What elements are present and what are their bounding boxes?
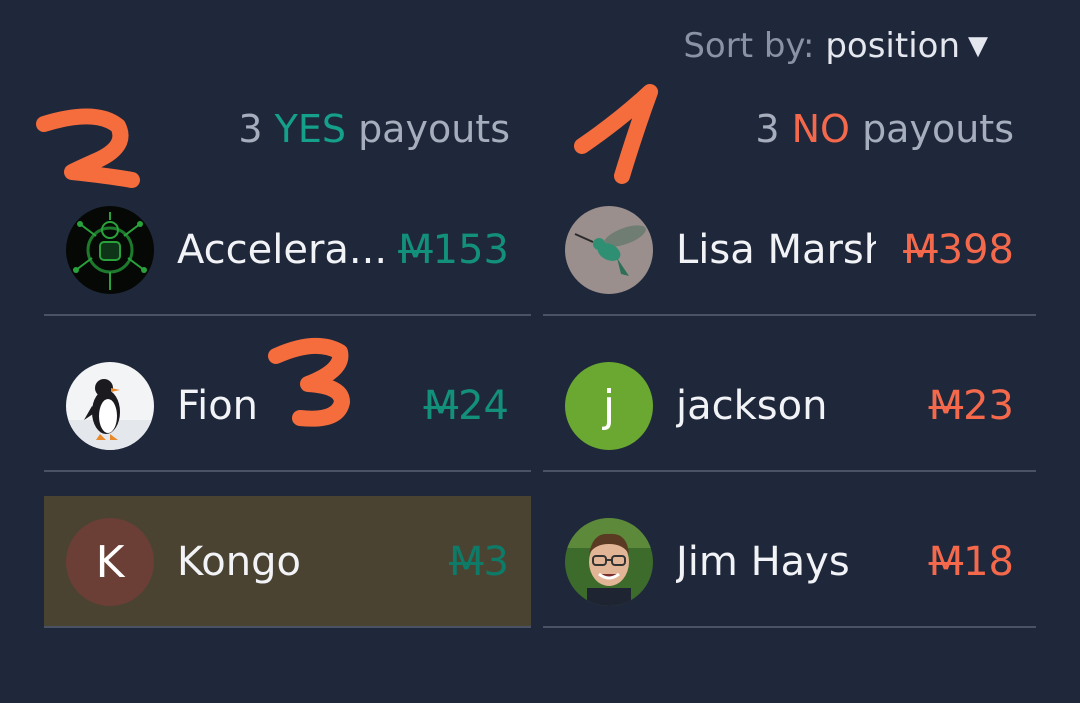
mana-symbol: M — [423, 383, 459, 429]
hummingbird-avatar[interactable] — [565, 206, 653, 294]
payout-value: 24 — [458, 383, 509, 429]
payout-amount: M 153 — [398, 184, 509, 316]
penguin-avatar[interactable] — [66, 362, 154, 450]
payouts-panel: Sort by: position ▼ 3 YES payouts 3 NO pa… — [0, 0, 1080, 703]
payout-value: 3 — [483, 539, 509, 585]
yes-outcome-label: YES — [274, 107, 346, 151]
sort-value: position — [825, 26, 960, 66]
user-name[interactable]: Kongo — [177, 496, 301, 628]
payout-amount: M3 — [449, 496, 509, 628]
payout-value: 18 — [963, 539, 1014, 585]
payout-amount: M 398 — [903, 184, 1014, 316]
yes-payouts-header: 3 YES payouts — [238, 106, 510, 152]
sort-label: Sort by: — [683, 26, 815, 66]
user-name[interactable]: Accelera... — [177, 184, 387, 316]
annotation-one — [574, 84, 658, 184]
yes-payout-row-highlighted[interactable]: K Kongo M3 — [44, 496, 531, 628]
mana-symbol: M — [928, 383, 964, 429]
yes-header-suffix: payouts — [358, 107, 510, 151]
no-outcome-label: NO — [791, 107, 850, 151]
yes-payout-row[interactable]: Accelera... M 153 — [44, 184, 531, 316]
mana-symbol: M — [928, 539, 964, 585]
mana-symbol: M — [449, 539, 484, 585]
annotation-two — [36, 108, 140, 188]
user-name[interactable]: Jim Hays — [676, 496, 850, 628]
payout-amount: M 18 — [929, 496, 1014, 628]
circuit-avatar[interactable] — [66, 206, 154, 294]
yes-payout-row[interactable]: Fion M 24 — [44, 340, 531, 472]
no-payout-row[interactable]: Lisa Marsh M 398 — [543, 184, 1036, 316]
payout-value: 153 — [432, 227, 509, 273]
letter-avatar[interactable]: K — [66, 518, 154, 606]
user-name[interactable]: Lisa Marsh — [676, 184, 876, 316]
sort-dropdown[interactable]: Sort by: position ▼ — [683, 24, 988, 68]
no-payout-row[interactable]: j jackson M 23 — [543, 340, 1036, 472]
no-payouts-header: 3 NO payouts — [755, 106, 1014, 152]
no-header-suffix: payouts — [862, 107, 1014, 151]
caret-down-icon: ▼ — [968, 31, 988, 61]
person-avatar[interactable] — [565, 518, 653, 606]
no-count: 3 — [755, 107, 780, 151]
yes-count: 3 — [238, 107, 263, 151]
no-payout-row[interactable]: Jim Hays M 18 — [543, 496, 1036, 628]
mana-symbol: M — [903, 227, 938, 273]
payout-value: 23 — [963, 383, 1014, 429]
payout-amount: M 23 — [929, 340, 1014, 472]
user-name[interactable]: jackson — [676, 340, 827, 472]
letter-avatar[interactable]: j — [565, 362, 653, 450]
payout-amount: M 24 — [424, 340, 509, 472]
mana-symbol: M — [398, 227, 433, 273]
payout-value: 398 — [937, 227, 1014, 273]
user-name[interactable]: Fion — [177, 340, 258, 472]
